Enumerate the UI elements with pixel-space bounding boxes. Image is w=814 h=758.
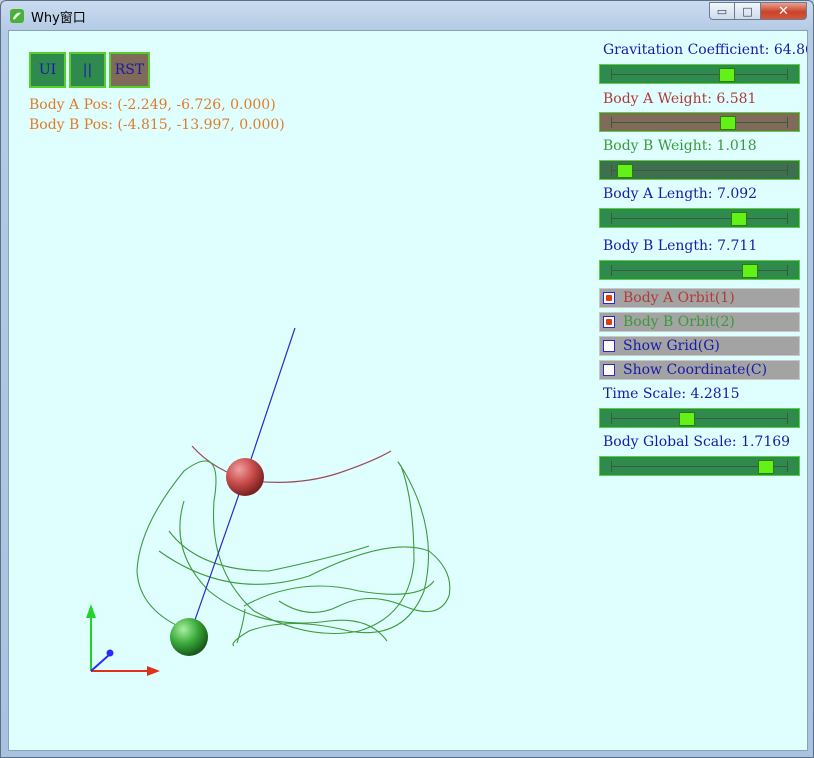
- time-scale-slider-thumb[interactable]: [679, 412, 696, 426]
- body-b-orbit-label: Body B Orbit(2): [623, 314, 735, 330]
- pendulum-rod-lower: [188, 476, 246, 638]
- body-b-position: Body B Pos: (-4.815, -13.997, 0.000): [29, 117, 285, 133]
- body-a-orbit-checkbox[interactable]: Body A Orbit(1): [599, 288, 800, 308]
- body-b-orbit-checkbox[interactable]: Body B Orbit(2): [599, 312, 800, 332]
- gravitation-slider-thumb[interactable]: [718, 68, 735, 82]
- body-a-sphere[interactable]: [226, 458, 264, 496]
- reset-button[interactable]: RST: [109, 52, 150, 88]
- ui-toggle-button[interactable]: UI: [29, 52, 66, 88]
- ui-button-label: UI: [38, 62, 57, 78]
- global-scale-slider-thumb[interactable]: [757, 460, 774, 474]
- reset-button-label: RST: [114, 62, 145, 78]
- close-icon: ✕: [778, 3, 789, 19]
- body-a-orbit-path: [191, 445, 392, 483]
- pause-button[interactable]: ||: [69, 52, 106, 88]
- render-viewport[interactable]: UI || RST Body A Pos: (-2.249, -6.726, 0…: [8, 30, 808, 751]
- close-button[interactable]: ✕: [761, 2, 807, 20]
- app-window: Why窗口 ▭ □ ✕ UI || RST Body A Pos: (-2.24…: [0, 0, 814, 758]
- pendulum-rod-upper: [244, 327, 296, 478]
- maximize-button[interactable]: □: [735, 2, 761, 20]
- body-b-weight-slider[interactable]: [599, 160, 800, 180]
- show-coordinate-label: Show Coordinate(C): [623, 362, 768, 378]
- body-b-sphere[interactable]: [170, 618, 208, 656]
- window-title: Why窗口: [31, 11, 86, 26]
- pause-icon: ||: [82, 62, 93, 78]
- body-b-length-slider-thumb[interactable]: [741, 264, 758, 278]
- show-grid-checkbox[interactable]: Show Grid(G): [599, 336, 800, 356]
- body-b-length-slider[interactable]: [599, 260, 800, 280]
- body-a-length-slider[interactable]: [599, 208, 800, 228]
- body-a-length-slider-thumb[interactable]: [731, 212, 748, 226]
- show-grid-label: Show Grid(G): [623, 338, 720, 354]
- gravitation-label: Gravitation Coefficient: 64.862: [603, 42, 808, 58]
- body-b-weight-slider-thumb[interactable]: [616, 164, 633, 178]
- show-coordinate-checkbox-box[interactable]: [603, 364, 615, 376]
- global-scale-label: Body Global Scale: 1.7169: [603, 434, 791, 450]
- time-scale-label: Time Scale: 4.2815: [603, 386, 740, 402]
- app-icon: [10, 9, 24, 23]
- maximize-icon: □: [742, 4, 753, 18]
- minimize-button[interactable]: ▭: [709, 2, 735, 20]
- gravitation-slider[interactable]: [599, 64, 800, 84]
- minimize-icon: ▭: [716, 4, 728, 18]
- body-b-length-label: Body B Length: 7.711: [603, 238, 758, 254]
- body-a-orbit-label: Body A Orbit(1): [623, 290, 735, 306]
- title-bar[interactable]: Why窗口 ▭ □ ✕: [1, 1, 813, 29]
- body-a-weight-label: Body A Weight: 6.581: [603, 91, 757, 107]
- show-grid-checkbox-box[interactable]: [603, 340, 615, 352]
- show-coordinate-checkbox[interactable]: Show Coordinate(C): [599, 360, 800, 380]
- body-a-weight-slider[interactable]: [599, 112, 800, 132]
- body-b-weight-label: Body B Weight: 1.018: [603, 138, 757, 154]
- axes-gizmo: [86, 604, 160, 676]
- body-a-position: Body A Pos: (-2.249, -6.726, 0.000): [29, 97, 276, 113]
- global-scale-slider[interactable]: [599, 456, 800, 476]
- body-a-weight-slider-thumb[interactable]: [720, 116, 737, 130]
- body-a-length-label: Body A Length: 7.092: [603, 186, 758, 202]
- body-b-orbit-checkbox-box[interactable]: [603, 316, 615, 328]
- time-scale-slider[interactable]: [599, 408, 800, 428]
- body-a-orbit-checkbox-box[interactable]: [603, 292, 615, 304]
- body-b-orbit-path: [136, 460, 451, 647]
